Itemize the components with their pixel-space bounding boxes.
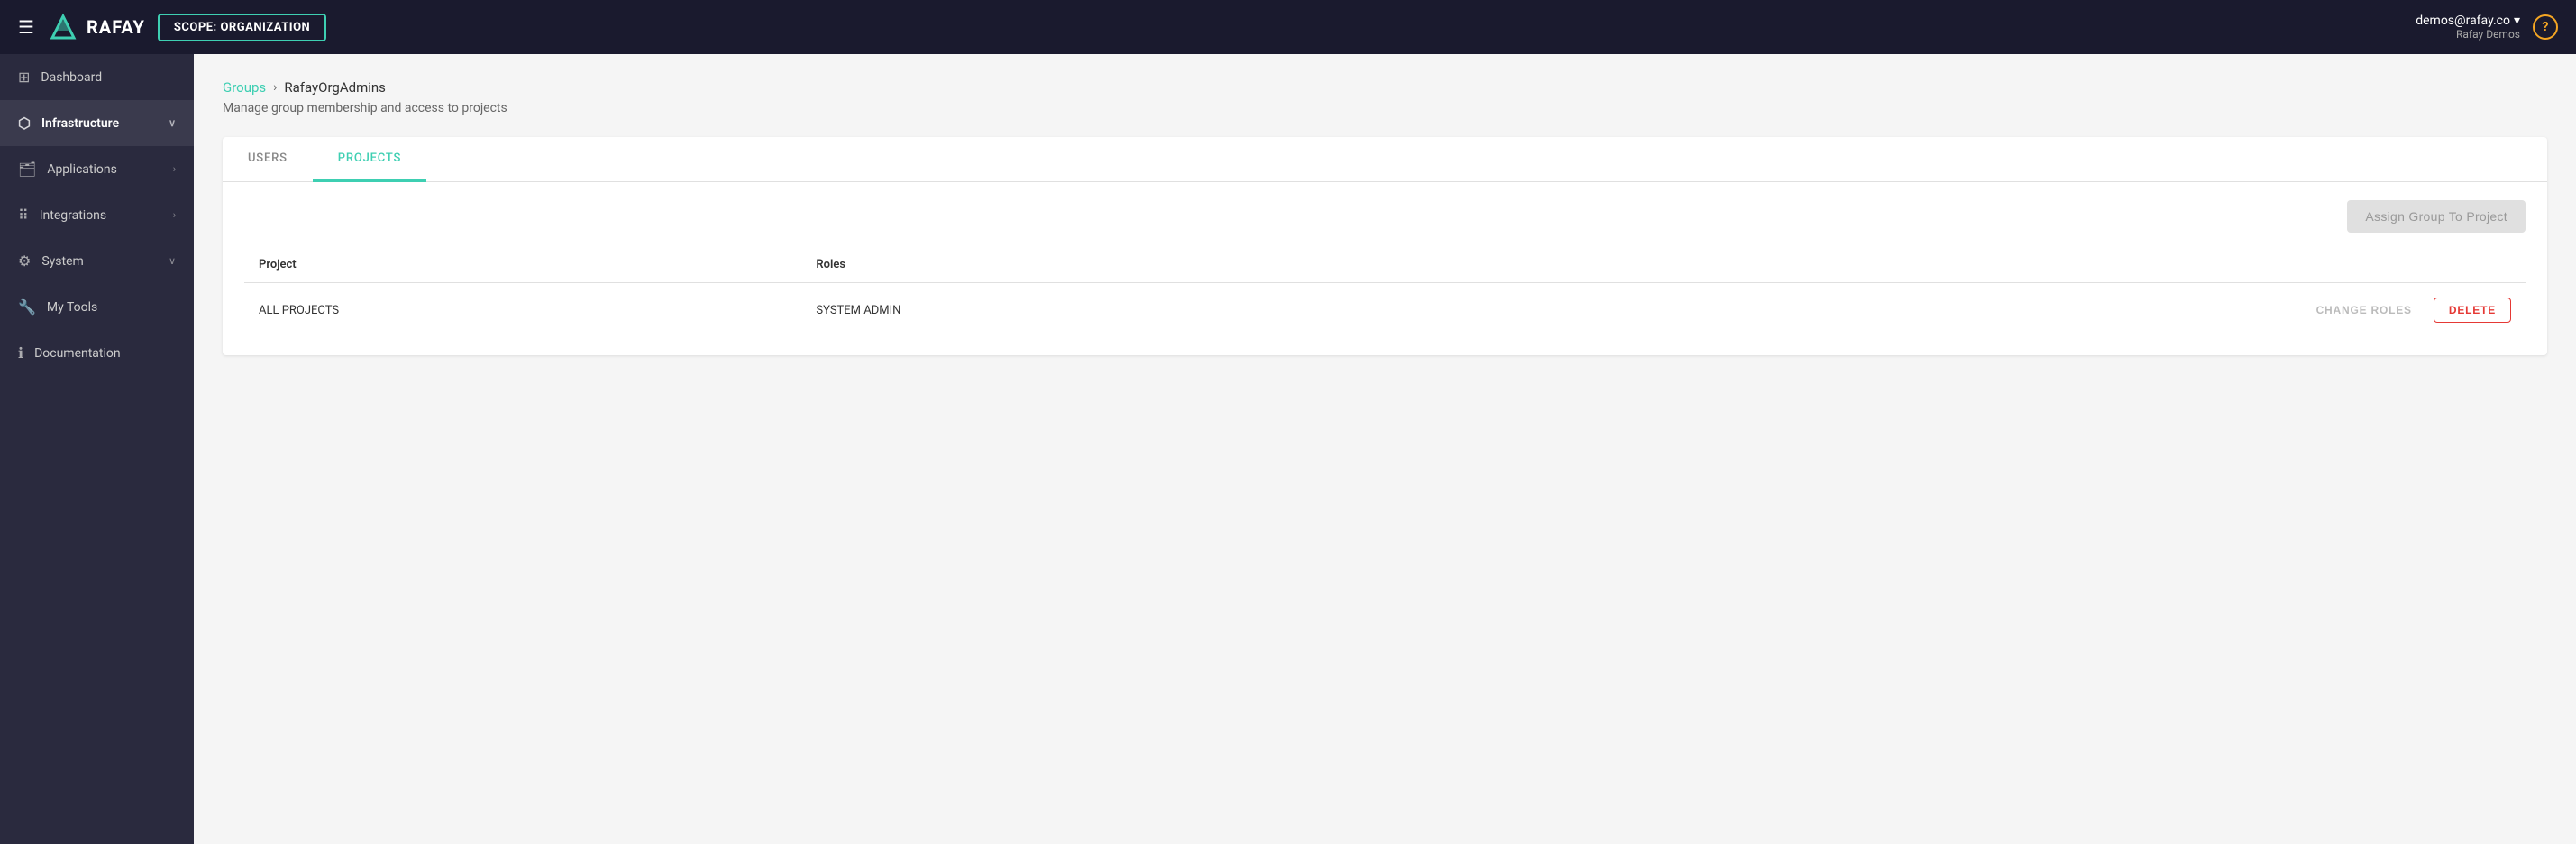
documentation-icon: ℹ bbox=[18, 344, 23, 362]
actions-cell: CHANGE ROLES DELETE bbox=[1396, 298, 2511, 323]
delete-button[interactable]: DELETE bbox=[2434, 298, 2511, 323]
integrations-icon: ⠿ bbox=[18, 206, 29, 224]
sidebar-item-mytools[interactable]: 🔧 My Tools bbox=[0, 284, 194, 330]
cell-actions: CHANGE ROLES DELETE bbox=[1382, 283, 2526, 338]
table-toolbar: Assign Group To Project bbox=[244, 200, 2526, 233]
dropdown-arrow-icon: ▾ bbox=[2514, 14, 2520, 28]
layout: ⊞ Dashboard ⬡ Infrastructure ∨ 🗂 Applica… bbox=[0, 54, 2576, 844]
logo-icon bbox=[47, 11, 79, 43]
user-info[interactable]: demos@rafay.co ▾ Rafay Demos bbox=[2416, 14, 2520, 41]
change-roles-button[interactable]: CHANGE ROLES bbox=[2316, 304, 2412, 316]
applications-icon: 🗂 bbox=[18, 161, 36, 178]
topnav-left: ☰ RAFAY SCOPE: ORGANIZATION bbox=[18, 11, 326, 43]
cell-roles: SYSTEM ADMIN bbox=[801, 283, 1382, 338]
infrastructure-icon: ⬡ bbox=[18, 115, 31, 132]
chevron-right-icon: › bbox=[173, 209, 176, 221]
cell-project: ALL PROJECTS bbox=[244, 283, 801, 338]
user-name: Rafay Demos bbox=[2416, 28, 2520, 41]
chevron-right-icon: › bbox=[173, 163, 176, 175]
logo-text: RAFAY bbox=[87, 16, 145, 38]
content-card: USERS PROJECTS Assign Group To Project P… bbox=[223, 137, 2547, 355]
sidebar-item-label: Integrations bbox=[40, 208, 162, 223]
breadcrumb-groups-link[interactable]: Groups bbox=[223, 79, 266, 96]
sidebar-item-applications[interactable]: 🗂 Applications › bbox=[0, 146, 194, 192]
sidebar-item-dashboard[interactable]: ⊞ Dashboard bbox=[0, 54, 194, 100]
dashboard-icon: ⊞ bbox=[18, 69, 30, 86]
assign-group-to-project-button[interactable]: Assign Group To Project bbox=[2347, 200, 2526, 233]
table-header: Project Roles bbox=[244, 247, 2526, 283]
help-icon[interactable]: ? bbox=[2533, 14, 2558, 40]
scope-value: ORGANIZATION bbox=[220, 21, 310, 34]
scope-prefix: SCOPE: bbox=[174, 21, 221, 34]
sidebar-item-label: Documentation bbox=[34, 346, 176, 361]
sidebar-item-integrations[interactable]: ⠿ Integrations › bbox=[0, 192, 194, 238]
table-row: ALL PROJECTS SYSTEM ADMIN CHANGE ROLES D… bbox=[244, 283, 2526, 338]
breadcrumb-separator: › bbox=[273, 80, 277, 95]
sidebar-item-label: Infrastructure bbox=[41, 116, 158, 131]
tabs: USERS PROJECTS bbox=[223, 137, 2547, 182]
table-body: ALL PROJECTS SYSTEM ADMIN CHANGE ROLES D… bbox=[244, 283, 2526, 338]
sidebar-item-label: Applications bbox=[47, 162, 161, 177]
sidebar-item-label: My Tools bbox=[47, 300, 176, 315]
tab-users[interactable]: USERS bbox=[223, 137, 313, 182]
scope-badge[interactable]: SCOPE: ORGANIZATION bbox=[158, 14, 326, 41]
sidebar-item-label: System bbox=[41, 254, 158, 269]
chevron-down-icon: ∨ bbox=[169, 255, 176, 267]
sidebar-item-system[interactable]: ⚙ System ∨ bbox=[0, 238, 194, 284]
user-email: demos@rafay.co ▾ bbox=[2416, 14, 2520, 28]
sidebar-item-label: Dashboard bbox=[41, 70, 176, 85]
topnav-right: demos@rafay.co ▾ Rafay Demos ? bbox=[2416, 14, 2558, 41]
sidebar-item-infrastructure[interactable]: ⬡ Infrastructure ∨ bbox=[0, 100, 194, 146]
topnav: ☰ RAFAY SCOPE: ORGANIZATION demos@rafay.… bbox=[0, 0, 2576, 54]
hamburger-icon[interactable]: ☰ bbox=[18, 16, 34, 38]
breadcrumb: Groups › RafayOrgAdmins bbox=[223, 79, 2547, 96]
col-roles: Roles bbox=[801, 247, 1382, 283]
table-area: Assign Group To Project Project Roles AL… bbox=[223, 182, 2547, 355]
col-actions bbox=[1382, 247, 2526, 283]
data-table: Project Roles ALL PROJECTS SYSTEM ADMIN … bbox=[244, 247, 2526, 337]
page-subtitle: Manage group membership and access to pr… bbox=[223, 101, 2547, 115]
mytools-icon: 🔧 bbox=[18, 298, 36, 316]
main-content: Groups › RafayOrgAdmins Manage group mem… bbox=[194, 54, 2576, 844]
logo: RAFAY bbox=[47, 11, 145, 43]
breadcrumb-current: RafayOrgAdmins bbox=[284, 79, 386, 96]
col-project: Project bbox=[244, 247, 801, 283]
chevron-down-icon: ∨ bbox=[169, 117, 176, 129]
system-icon: ⚙ bbox=[18, 252, 31, 270]
sidebar: ⊞ Dashboard ⬡ Infrastructure ∨ 🗂 Applica… bbox=[0, 54, 194, 844]
tab-projects[interactable]: PROJECTS bbox=[313, 137, 426, 182]
sidebar-item-documentation[interactable]: ℹ Documentation bbox=[0, 330, 194, 376]
